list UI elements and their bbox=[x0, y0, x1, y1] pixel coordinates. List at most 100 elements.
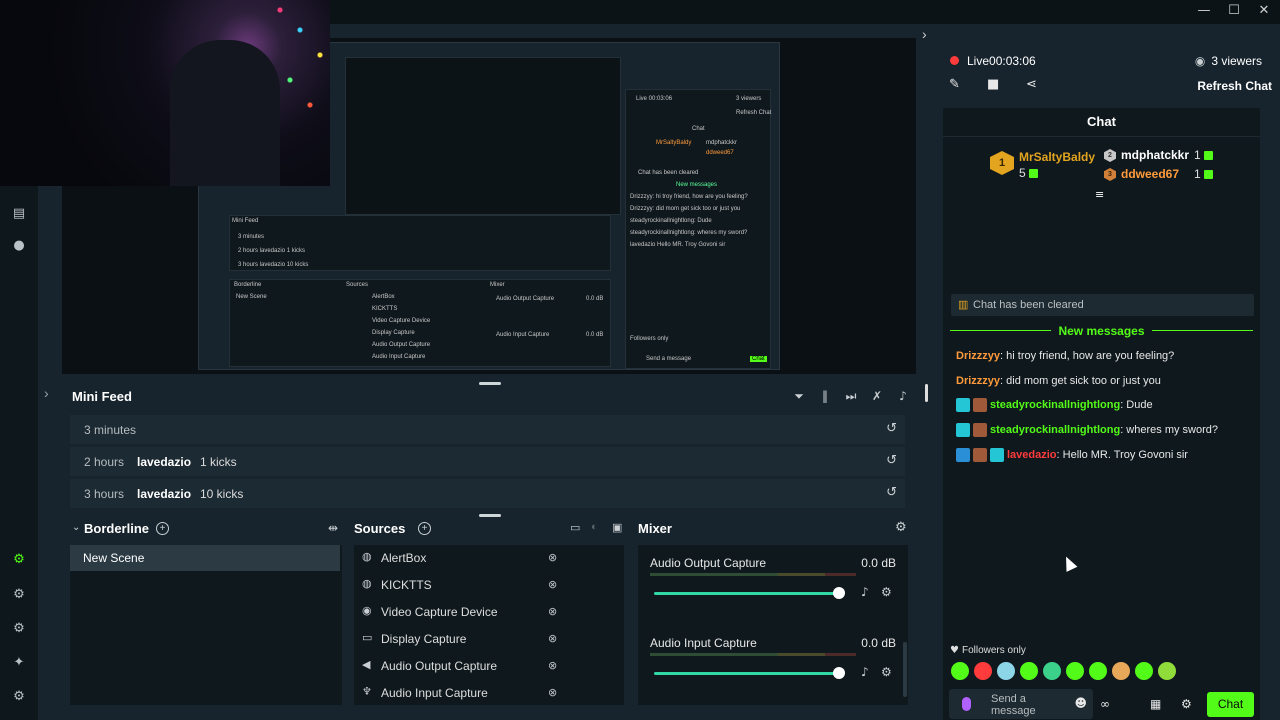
scene-name: New Scene bbox=[83, 551, 145, 565]
mixer-source-name: Audio Output Capture bbox=[650, 556, 767, 570]
settings-icon[interactable]: ⚙ bbox=[1181, 697, 1192, 711]
gear-icon[interactable]: ⚙ bbox=[881, 585, 892, 599]
volume-icon[interactable]: ♪ bbox=[896, 389, 910, 403]
source-tool-icon[interactable]: ▭ bbox=[570, 521, 580, 534]
emote-icon[interactable] bbox=[1066, 662, 1084, 680]
chat-username[interactable]: lavedazio bbox=[1007, 449, 1057, 461]
studio-icon[interactable]: ▤ bbox=[11, 206, 27, 222]
scrollbar[interactable] bbox=[925, 384, 928, 402]
chevron-right-icon[interactable]: › bbox=[922, 26, 927, 42]
source-item[interactable]: ◉ Video Capture Device ⊗ bbox=[354, 599, 620, 625]
emote-icon[interactable] bbox=[974, 662, 992, 680]
pause-icon[interactable]: ‖ bbox=[818, 389, 832, 403]
count-text: 5 bbox=[1019, 166, 1026, 180]
emote-icon[interactable] bbox=[1158, 662, 1176, 680]
emote-icon[interactable] bbox=[1043, 662, 1061, 680]
mute-alerts-icon[interactable]: ✗ bbox=[870, 389, 884, 403]
chat-username[interactable]: steadyrockinallnightlong bbox=[990, 399, 1120, 411]
add-scene-icon[interactable]: + bbox=[156, 522, 169, 535]
mixer-scrollbar[interactable] bbox=[903, 642, 907, 697]
chat-username[interactable]: Drizzzyy bbox=[956, 375, 1000, 387]
expand-leaderboard-icon[interactable]: ≡ bbox=[1095, 188, 1104, 201]
sources-title: Sources bbox=[354, 521, 406, 536]
source-item[interactable]: ◍ AlertBox ⊗ bbox=[354, 545, 620, 571]
source-audio-icon[interactable]: ◐ bbox=[591, 521, 598, 533]
sources-dock: Sources + ▭ ◐ ▣ ◍ AlertBox ⊗ ◍ KICKTTS ⊗… bbox=[354, 517, 626, 717]
leaderboard-second-name[interactable]: mdphatckkr bbox=[1121, 148, 1189, 162]
live-status: Live00:03:06 bbox=[967, 54, 1036, 68]
source-item[interactable]: ◀ Audio Output Capture ⊗ bbox=[354, 653, 620, 679]
minimize-icon[interactable]: — bbox=[1196, 3, 1212, 19]
source-item[interactable]: ♆ Audio Input Capture ⊗ bbox=[354, 680, 620, 706]
volume-fader-knob[interactable] bbox=[833, 587, 845, 599]
gear-icon[interactable]: ⚙ bbox=[11, 689, 27, 705]
speaker-icon[interactable]: ♪ bbox=[861, 665, 869, 679]
store-icon[interactable]: ▦ bbox=[1150, 697, 1161, 711]
edit-icon[interactable]: ✎ bbox=[949, 77, 960, 92]
speaker-icon[interactable]: ♪ bbox=[861, 585, 869, 599]
refresh-chat-button[interactable]: Refresh Chat bbox=[1197, 79, 1272, 93]
leaderboard-first-name[interactable]: MrSaltyBaldy bbox=[1019, 150, 1095, 164]
mini-feed-title: Mini Feed bbox=[72, 389, 132, 404]
emote-icon[interactable] bbox=[1112, 662, 1130, 680]
filter-icon[interactable]: ⏷ bbox=[792, 389, 806, 403]
lock-icon[interactable]: ⊗ bbox=[548, 632, 557, 645]
volume-fader[interactable] bbox=[654, 672, 840, 675]
settings-icon[interactable]: ⚙ bbox=[11, 587, 27, 603]
preview-source: Display Capture bbox=[372, 330, 415, 336]
source-item[interactable]: ◍ KICKTTS ⊗ bbox=[354, 572, 620, 598]
source-folder-icon[interactable]: ▣ bbox=[612, 521, 622, 534]
emote-icon[interactable] bbox=[997, 662, 1015, 680]
infinity-icon[interactable]: ∞ bbox=[1100, 697, 1110, 711]
chat-username[interactable]: Drizzzyy bbox=[956, 350, 1000, 362]
lock-icon[interactable]: ⊗ bbox=[548, 605, 557, 618]
feed-user: lavedazio bbox=[137, 487, 192, 501]
microphone-icon[interactable] bbox=[962, 697, 971, 711]
add-source-icon[interactable]: + bbox=[418, 522, 431, 535]
close-icon[interactable]: ✕ bbox=[1256, 3, 1272, 19]
chat-send-button[interactable]: Chat bbox=[1207, 692, 1254, 717]
chat-username[interactable]: steadyrockinallnightlong bbox=[990, 424, 1120, 436]
tools-icon[interactable]: ⚙ bbox=[11, 621, 27, 637]
skip-icon[interactable]: ⏭ bbox=[844, 389, 858, 403]
volume-fader[interactable] bbox=[654, 592, 840, 595]
feed-row: 2 hours lavedazio 1 kicks ↺ bbox=[70, 447, 905, 477]
chevron-right-icon[interactable]: › bbox=[44, 385, 49, 401]
record-icon[interactable]: ● bbox=[11, 238, 27, 254]
source-item[interactable]: ▭ Display Capture ⊗ bbox=[354, 626, 620, 652]
leaderboard-third-name[interactable]: ddweed67 bbox=[1121, 167, 1179, 181]
gear-icon[interactable]: ⚙ bbox=[881, 665, 892, 679]
lock-icon[interactable]: ⊗ bbox=[548, 578, 557, 591]
maximize-icon[interactable]: ☐ bbox=[1226, 3, 1242, 19]
emoji-icon[interactable]: ☻ bbox=[1074, 696, 1087, 710]
sparkle-icon[interactable]: ✦ bbox=[11, 655, 27, 671]
replay-icon[interactable]: ↺ bbox=[886, 453, 897, 468]
mini-feed: Mini Feed ⏷ ‖ ⏭ ✗ ♪ 3 minutes ↺ 2 hours … bbox=[62, 383, 918, 513]
lock-icon[interactable]: ⊗ bbox=[548, 551, 557, 564]
emote-icon[interactable] bbox=[1089, 662, 1107, 680]
collapse-icon[interactable]: ⌄ bbox=[72, 522, 80, 533]
monitor-icon: ▭ bbox=[362, 631, 373, 644]
scene-item[interactable]: New Scene bbox=[70, 545, 340, 571]
volume-fader-knob[interactable] bbox=[833, 667, 845, 679]
source-name: AlertBox bbox=[381, 551, 427, 565]
chat-text: : wheres my sword? bbox=[1120, 423, 1218, 436]
send-message-input[interactable]: Send a message ☻ bbox=[949, 689, 1093, 719]
settings-alt-icon[interactable]: ⚙ bbox=[11, 552, 27, 568]
mixer-settings-icon[interactable]: ⚙ bbox=[895, 520, 907, 535]
emote-icon[interactable] bbox=[951, 662, 969, 680]
preview-live-text: Live 00:03:06 bbox=[636, 96, 673, 102]
lock-icon[interactable]: ⊗ bbox=[548, 686, 557, 699]
camera-icon[interactable]: ■ bbox=[987, 77, 999, 92]
lock-icon[interactable]: ⊗ bbox=[548, 659, 557, 672]
feed-time: 3 hours bbox=[84, 487, 125, 501]
rank-one-badge: 1 bbox=[990, 151, 1014, 175]
share-icon[interactable]: ⋖ bbox=[1026, 77, 1037, 92]
emote-icon[interactable] bbox=[1135, 662, 1153, 680]
transition-icon[interactable]: ⇹ bbox=[328, 521, 338, 535]
emote-icon[interactable] bbox=[1020, 662, 1038, 680]
replay-icon[interactable]: ↺ bbox=[886, 485, 897, 500]
replay-icon[interactable]: ↺ bbox=[886, 421, 897, 436]
globe-icon: ◍ bbox=[362, 550, 372, 563]
feed-detail: 1 kicks bbox=[200, 455, 237, 469]
